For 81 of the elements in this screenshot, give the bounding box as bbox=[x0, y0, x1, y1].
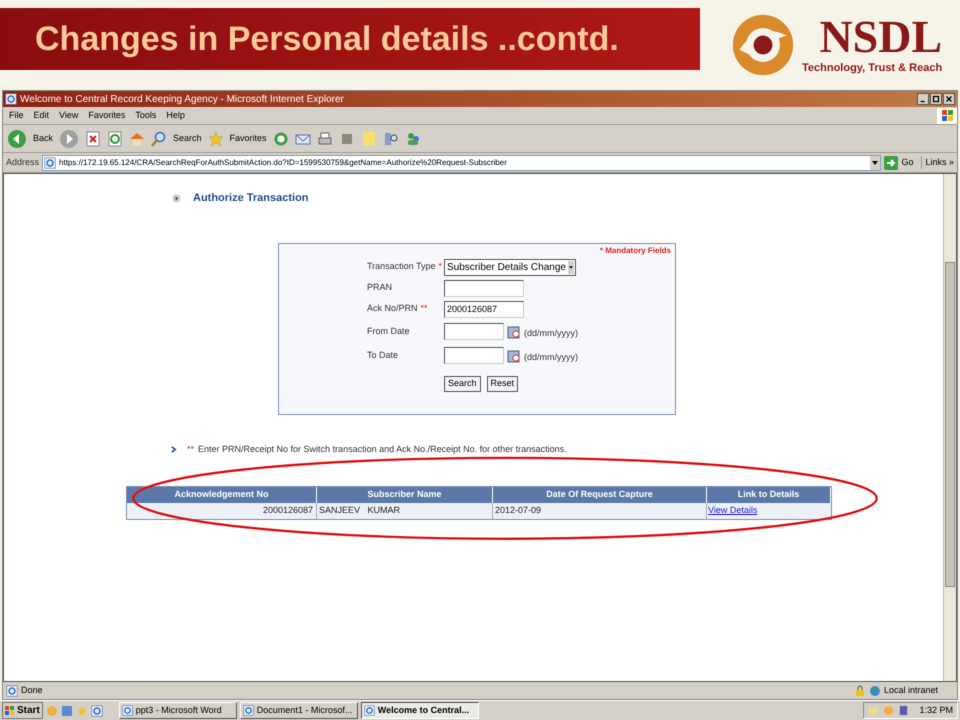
star-icon[interactable] bbox=[208, 130, 224, 146]
field-label: To Date bbox=[367, 348, 398, 362]
page-icon bbox=[44, 156, 56, 168]
security-zone: Local intranet bbox=[884, 684, 940, 697]
research-icon[interactable] bbox=[382, 130, 399, 146]
menu-item[interactable]: File bbox=[9, 108, 24, 122]
chevron-icon bbox=[170, 446, 177, 453]
forward-icon[interactable] bbox=[59, 128, 80, 148]
logo-name: NSDL bbox=[819, 14, 942, 60]
page-icon bbox=[5, 93, 17, 105]
menu-item[interactable]: View bbox=[59, 108, 78, 122]
logo-tagline: Technology, Trust & Reach bbox=[802, 60, 942, 76]
required-marker: ** bbox=[420, 302, 428, 316]
address-field[interactable]: https://172.19.65.124/CRA/SearchReqForAuthSubmitAction.do?ID=1599530759&getName=Authorize%20Request-Subscriber bbox=[42, 154, 882, 170]
mandatory-note: * Mandatory Fields bbox=[600, 244, 671, 256]
back-icon[interactable] bbox=[7, 128, 27, 148]
page-heading: Authorize Transaction bbox=[193, 191, 309, 206]
search-icon[interactable] bbox=[151, 130, 168, 146]
tray-icon[interactable] bbox=[898, 705, 910, 716]
menu-item[interactable]: Edit bbox=[34, 108, 50, 122]
window-title: Welcome to Central Record Keeping Agency - Microsoft Internet Explorer bbox=[20, 92, 345, 106]
start-button[interactable]: Start bbox=[2, 702, 43, 719]
favorites-label[interactable]: Favorites bbox=[230, 132, 267, 146]
status-text: Done bbox=[21, 684, 44, 697]
menu-item[interactable]: Tools bbox=[135, 108, 156, 122]
search-button[interactable]: Search bbox=[444, 376, 481, 392]
home-icon[interactable] bbox=[129, 130, 146, 146]
globe-icon bbox=[869, 684, 881, 696]
menu-item[interactable]: Favorites bbox=[88, 108, 126, 122]
page-icon bbox=[90, 704, 103, 716]
quick-launch-icon[interactable] bbox=[60, 704, 73, 716]
note-text: Enter PRN/Receipt No for Switch transaction and Ack No./Receipt No. for other transactions. bbox=[198, 442, 567, 456]
links-button[interactable]: Links » bbox=[925, 156, 954, 170]
view-details-link[interactable]: View Details bbox=[708, 504, 758, 518]
refresh-icon[interactable] bbox=[107, 130, 124, 146]
stop-icon[interactable] bbox=[85, 130, 102, 146]
input-field[interactable]: 2000126087 bbox=[444, 300, 524, 318]
bullet-icon bbox=[172, 194, 181, 203]
page-icon bbox=[6, 684, 18, 696]
taskbar-button[interactable]: Document1 - Microsof... bbox=[240, 702, 358, 719]
field-label: PRAN bbox=[367, 281, 392, 294]
scrollbar-thumb[interactable] bbox=[945, 262, 955, 587]
reset-button[interactable]: Reset bbox=[486, 376, 518, 392]
star-icon[interactable] bbox=[76, 704, 88, 716]
lock-icon bbox=[854, 684, 866, 696]
windows-logo-icon bbox=[937, 108, 957, 124]
page-icon bbox=[122, 705, 133, 716]
input-field[interactable] bbox=[444, 280, 524, 296]
input-field[interactable] bbox=[444, 347, 504, 364]
table-cell: SANJEEV KUMAR bbox=[317, 503, 493, 519]
calendar-icon[interactable] bbox=[507, 324, 521, 338]
search-label[interactable]: Search bbox=[173, 132, 202, 146]
date-format-hint: (dd/mm/yyyy) bbox=[524, 326, 578, 340]
page-icon bbox=[364, 705, 375, 716]
windows-logo-icon bbox=[5, 706, 15, 716]
field-label: Transaction Type bbox=[367, 260, 436, 274]
taskbar-button[interactable]: ppt3 - Microsoft Word bbox=[118, 702, 237, 719]
clock: 1:32 PM bbox=[919, 704, 953, 717]
print-icon[interactable] bbox=[316, 130, 333, 146]
maximize-icon[interactable] bbox=[930, 93, 942, 105]
close-icon[interactable] bbox=[943, 93, 955, 105]
field-label: From Date bbox=[367, 324, 410, 338]
page-icon bbox=[242, 705, 254, 716]
date-format-hint: (dd/mm/yyyy) bbox=[524, 350, 578, 364]
input-field[interactable] bbox=[444, 323, 504, 340]
menu-item[interactable]: Help bbox=[166, 108, 185, 122]
minimize-icon[interactable] bbox=[917, 93, 929, 105]
note-marker: ** bbox=[187, 442, 194, 456]
calendar-icon[interactable] bbox=[507, 348, 521, 362]
slide-title: Changes in Personal details ..contd. bbox=[35, 18, 619, 60]
table-cell: 2000126087 bbox=[127, 503, 317, 519]
table-cell: 2012-07-09 bbox=[493, 503, 707, 519]
scrollbar[interactable] bbox=[943, 174, 956, 681]
field-label: Ack No/PRN bbox=[367, 302, 418, 316]
back-label[interactable]: Back bbox=[33, 132, 54, 146]
address-label: Address bbox=[6, 156, 40, 169]
go-button[interactable]: Go bbox=[901, 156, 922, 170]
address-url: https://172.19.65.124/CRA/SearchReqForAuthSubmitAction.do?ID=1599530759&getName=Authorize%20Request-Subscriber bbox=[59, 156, 508, 168]
required-marker: * bbox=[438, 260, 442, 274]
taskbar-button[interactable]: Welcome to Central... bbox=[360, 702, 479, 719]
transaction-type-dropdown[interactable]: Subscriber Details Change bbox=[444, 258, 576, 276]
